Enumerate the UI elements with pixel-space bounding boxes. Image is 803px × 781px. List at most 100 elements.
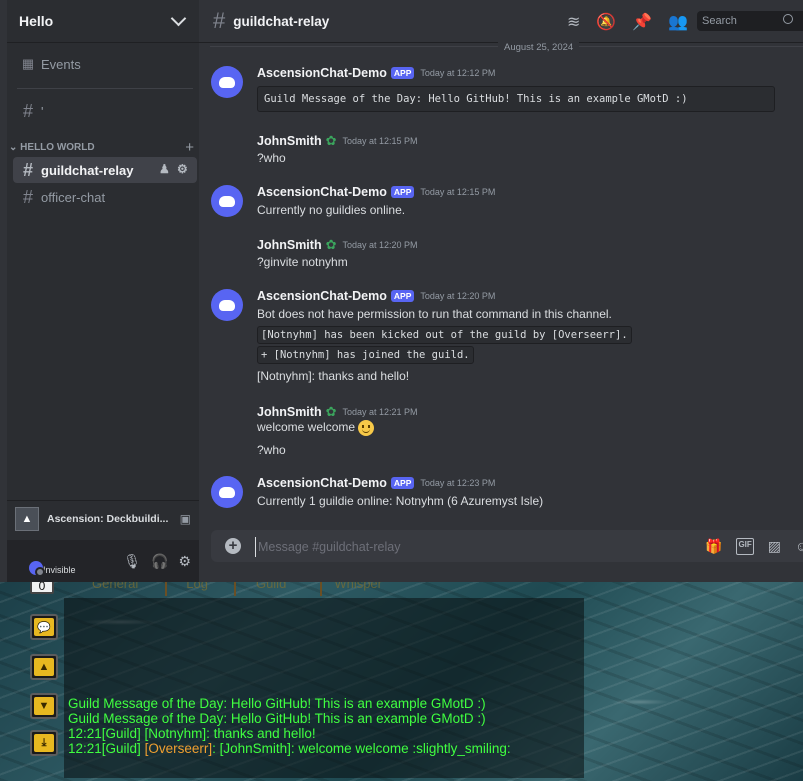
emoji-icon[interactable]: ☺	[795, 538, 803, 555]
pin-icon[interactable]: 📌	[632, 12, 652, 32]
sidebar-item-guildchat-relay[interactable]: # guildchat-relay ♟ ⚙	[13, 157, 197, 183]
message-timestamp: Today at 12:20 PM	[420, 291, 496, 301]
message-timestamp: Today at 12:20 PM	[342, 240, 418, 250]
chat-counter[interactable]: 0	[30, 582, 54, 594]
message-author[interactable]: AscensionChat-Demo	[257, 476, 387, 490]
plus-icon[interactable]: +	[185, 139, 194, 156]
scroll-bottom-button[interactable]: ⤓	[30, 730, 58, 756]
sidebar-item-events[interactable]: ▦ Events	[13, 51, 197, 77]
microphone-icon[interactable]: 🎙	[123, 553, 141, 570]
scroll-up-button[interactable]: ▲	[30, 654, 58, 680]
message-composer: + 🎁 GIF ▨ ☺	[211, 530, 803, 562]
verified-icon: ✿	[325, 133, 337, 148]
screen-share-icon[interactable]: ▣	[180, 512, 191, 526]
hash-icon: #	[213, 8, 226, 33]
player-name-link[interactable]: [Overseerr]	[145, 741, 213, 756]
message-input[interactable]	[255, 537, 640, 557]
hash-icon: #	[22, 100, 33, 121]
game-chat-line: 12:21[Guild] [Overseerr]: [JohnSmith]: w…	[68, 741, 511, 756]
activity-name: Ascension: Deckbuildi...	[47, 513, 169, 525]
chevron-down-icon: ⌄	[9, 142, 18, 153]
message-text: ?who	[257, 443, 286, 457]
arrow-bottom-icon: ⤓	[34, 734, 54, 752]
hash-icon: #	[22, 186, 33, 207]
message-text-body: welcome welcome	[257, 420, 356, 435]
category-hello-world[interactable]: ⌄ HELLO WORLD +	[9, 139, 194, 156]
app-badge: APP	[390, 67, 415, 79]
chat-line-prefix: 12:21[Guild]	[68, 741, 145, 756]
avatar[interactable]	[211, 66, 243, 98]
message-timestamp: Today at 12:21 PM	[342, 407, 418, 417]
gear-icon[interactable]: ⚙	[177, 163, 189, 175]
mute-bell-icon[interactable]: 🔕	[596, 12, 616, 32]
message-author[interactable]: JohnSmith	[257, 238, 322, 252]
channel-title: guildchat-relay	[233, 13, 330, 29]
game-chat-line: Guild Message of the Day: Hello GitHub! …	[68, 711, 486, 726]
sidebar-item-label: officer-chat	[41, 189, 106, 205]
slightly-smiling-emoji-icon	[358, 420, 375, 436]
message-text: ?who	[257, 151, 286, 165]
sidebar-item-officer-chat[interactable]: # officer-chat	[13, 184, 197, 210]
chat-bubble-button[interactable]: 💬	[30, 614, 58, 640]
game-icon: ▲	[15, 507, 39, 531]
message-timestamp: Today at 12:12 PM	[420, 68, 496, 78]
chevron-down-icon	[170, 10, 187, 27]
app-badge: APP	[390, 186, 415, 198]
avatar[interactable]	[211, 289, 243, 321]
chat-line-text: : [JohnSmith]: welcome welcome :slightly…	[212, 741, 511, 756]
message-author[interactable]: AscensionChat-Demo	[257, 289, 387, 303]
sidebar-item-label: '	[41, 103, 44, 119]
gear-icon[interactable]: ⚙	[178, 553, 191, 570]
scroll-down-button[interactable]: ▼	[30, 693, 58, 719]
sticker-icon[interactable]: ▨	[768, 538, 781, 555]
arrow-up-icon: ▲	[34, 658, 54, 676]
app-badge: APP	[390, 290, 415, 302]
calendar-icon: ▦	[21, 56, 35, 71]
tab-whisper[interactable]: Whisper	[330, 582, 386, 591]
tab-divider	[320, 582, 322, 596]
message-author[interactable]: JohnSmith	[257, 405, 322, 419]
tab-log[interactable]: Log	[182, 582, 212, 591]
sidebar-item-channel[interactable]: # '	[13, 98, 197, 124]
user-status: Invisible	[43, 565, 76, 575]
message-text: Currently 1 guildie online: Notnyhm (6 A…	[257, 494, 544, 508]
threads-icon[interactable]: ≋	[567, 12, 580, 32]
tab-general[interactable]: General	[88, 582, 142, 591]
message-author[interactable]: JohnSmith	[257, 134, 322, 148]
message-timestamp: Today at 12:23 PM	[420, 478, 496, 488]
tab-guild[interactable]: Guild	[252, 582, 290, 591]
game-chat-frame: 0 General Log Guild Whisper 💬 ▲ ▼ ⤓ Guil…	[0, 582, 803, 781]
message-author[interactable]: AscensionChat-Demo	[257, 185, 387, 199]
search-input[interactable]: Search	[697, 11, 803, 31]
sidebar-item-label: Events	[41, 56, 81, 72]
verified-icon: ✿	[325, 237, 337, 252]
category-label: HELLO WORLD	[20, 142, 95, 153]
arrow-down-icon: ▼	[34, 697, 54, 715]
game-chat-line: 12:21[Guild] [Notnyhm]: thanks and hello…	[68, 726, 316, 741]
message-timestamp: Today at 12:15 PM	[342, 136, 418, 146]
search-icon	[783, 14, 793, 24]
inline-code: + [Notnyhm] has joined the guild.	[257, 346, 474, 364]
gift-icon[interactable]: 🎁	[705, 538, 722, 555]
gif-icon[interactable]: GIF	[736, 538, 754, 555]
message-text: welcome welcome	[257, 420, 375, 436]
add-member-icon[interactable]: ♟	[159, 163, 171, 175]
message-author[interactable]: AscensionChat-Demo	[257, 66, 387, 80]
message-text: [Notnyhm]: thanks and hello!	[257, 369, 410, 383]
member-list-icon[interactable]: 👥	[668, 12, 688, 32]
server-name: Hello	[19, 13, 54, 29]
server-header[interactable]: Hello	[7, 0, 199, 43]
discord-window: Hello ▦ Events # ' ⌄ HELLO WORLD + # gui…	[0, 0, 803, 582]
activity-panel[interactable]: ▲ Ascension: Deckbuildi... ▣	[7, 500, 199, 537]
game-chat-tabs: General Log Guild Whisper	[88, 582, 386, 591]
code-block: Guild Message of the Day: Hello GitHub! …	[257, 86, 775, 112]
date-label: August 25, 2024	[498, 42, 580, 53]
headphones-icon[interactable]: 🎧	[151, 553, 168, 570]
avatar[interactable]	[29, 561, 45, 577]
tab-divider	[234, 582, 236, 596]
message-text: Bot does not have permission to run that…	[257, 307, 612, 321]
avatar[interactable]	[211, 185, 243, 217]
avatar[interactable]	[211, 476, 243, 508]
hash-icon: #	[22, 159, 33, 180]
add-attachment-icon[interactable]: +	[225, 538, 241, 554]
